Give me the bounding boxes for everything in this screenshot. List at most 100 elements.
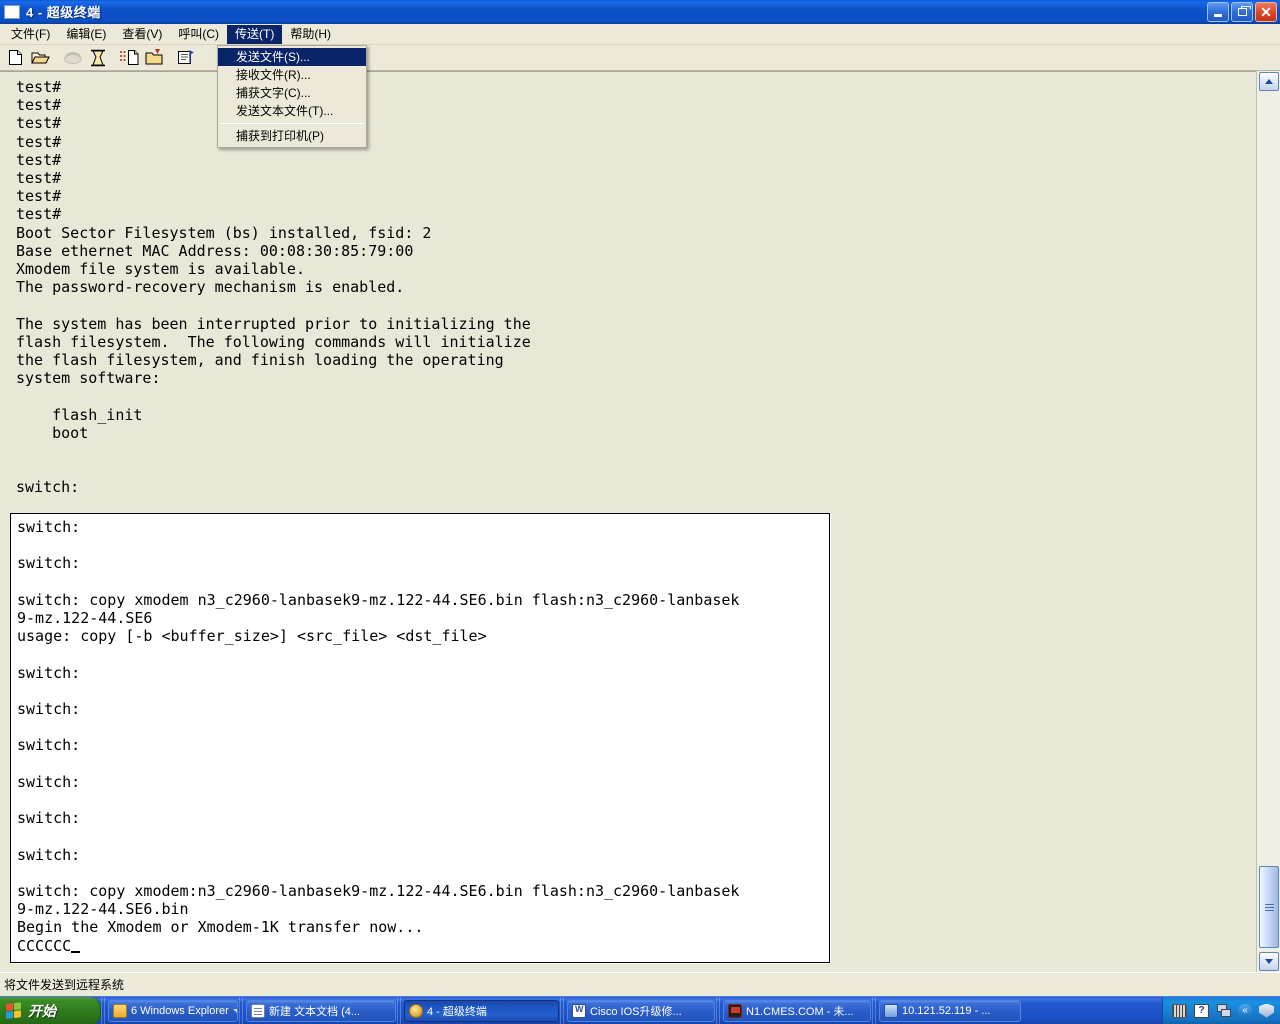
text-cursor <box>71 950 81 953</box>
terminal-line: Base ethernet MAC Address: 00:08:30:85:7… <box>16 241 414 260</box>
taskbar-grip-5 <box>716 996 722 1024</box>
task-button-hyperterminal[interactable]: 4 - 超级终端 <box>404 999 559 1022</box>
task-label: 4 - 超级终端 <box>427 1005 487 1018</box>
hyperterminal-icon <box>409 1003 423 1018</box>
menu-edit[interactable]: 编辑(E) <box>58 25 114 44</box>
terminal-line: Boot Sector Filesystem (bs) installed, f… <box>16 223 432 242</box>
taskbar: 开始 6 Windows Explorer 新建 文本文档 (4... 4 - … <box>0 996 1280 1024</box>
chevron-down-icon <box>1265 959 1273 964</box>
terminal-line: The password-recovery mechanism is enabl… <box>16 278 405 297</box>
terminal-line: test# <box>16 169 62 188</box>
task-label: 10.121.52.119 - ... <box>902 1004 991 1017</box>
output-line: usage: copy [-b <buffer_size>] <src_file… <box>17 627 487 646</box>
properties-icon <box>178 50 194 64</box>
help-icon[interactable]: ? <box>1194 1003 1209 1018</box>
window-title: 4 - 超级终端 <box>26 5 101 20</box>
output-line: switch: <box>17 772 81 791</box>
window-controls: ✕ <box>1207 2 1277 22</box>
taskbar-grip-6 <box>872 996 878 1024</box>
menu-call[interactable]: 呼叫(C) <box>170 25 227 44</box>
security-shield-icon[interactable] <box>1259 1003 1274 1018</box>
show-hidden-icons-chevron[interactable]: « <box>1238 1003 1252 1018</box>
status-text: 将文件发送到远程系统 <box>4 978 125 992</box>
folder-icon <box>113 1003 127 1018</box>
minimize-button[interactable] <box>1207 2 1229 22</box>
taskbar-grip-4 <box>560 996 566 1024</box>
chevron-down-icon[interactable] <box>232 1008 237 1013</box>
title-bar: 4 - 超级终端 ✕ <box>0 0 1280 24</box>
remote-desktop-icon <box>884 1003 898 1018</box>
notepad-icon <box>251 1003 265 1018</box>
terminal-line: test# <box>16 114 62 133</box>
output-line: switch: <box>17 663 81 682</box>
terminal-line: test# <box>16 187 62 206</box>
send-file-button[interactable] <box>117 46 142 70</box>
task-button-word[interactable]: Cisco IOS升级修... <box>567 999 715 1022</box>
disconnect-button[interactable] <box>60 46 85 70</box>
network-icon[interactable] <box>1216 1003 1231 1018</box>
new-connection-icon <box>8 50 22 65</box>
terminal-line: flash filesystem. The following commands… <box>16 332 531 351</box>
terminal-icon <box>728 1003 742 1018</box>
open-folder-button[interactable] <box>28 46 53 70</box>
menu-bar: 文件(F) 编辑(E) 查看(V) 呼叫(C) 传送(T) 帮助(H) <box>0 24 1280 45</box>
menu-file[interactable]: 文件(F) <box>3 25 58 44</box>
start-button[interactable]: 开始 <box>0 996 101 1024</box>
minimize-icon <box>1214 14 1222 17</box>
scroll-down-button[interactable] <box>1259 952 1279 971</box>
word-icon <box>572 1003 586 1018</box>
task-button-notepad[interactable]: 新建 文本文档 (4... <box>246 999 396 1022</box>
terminal-icon <box>4 4 20 19</box>
transfer-output-box[interactable]: switch: switch: switch: copy xmodem n3_c… <box>10 513 830 963</box>
taskbar-grip <box>101 996 107 1024</box>
vertical-scrollbar[interactable] <box>1256 71 1280 972</box>
terminal-line: test# <box>16 205 62 224</box>
terminal-line: boot <box>16 423 89 442</box>
output-line: switch: <box>17 518 81 536</box>
close-icon: ✕ <box>1260 4 1272 20</box>
keyboard-icon[interactable] <box>1172 1003 1187 1018</box>
menu-capture-text[interactable]: 捕获文字(C)... <box>218 84 366 102</box>
menu-help[interactable]: 帮助(H) <box>282 25 339 44</box>
menu-capture-to-printer[interactable]: 捕获到打印机(P) <box>218 127 366 145</box>
task-label: 新建 文本文档 (4... <box>269 1005 361 1018</box>
properties-button[interactable] <box>174 46 199 70</box>
close-button[interactable]: ✕ <box>1255 2 1277 22</box>
terminal-area: test# test# test# test# test# test# test# test#… <box>0 71 1280 973</box>
task-button-rdp[interactable]: 10.121.52.119 - ... <box>879 999 1021 1022</box>
scrollbar-thumb[interactable] <box>1259 866 1279 948</box>
output-line: switch: <box>17 554 81 573</box>
task-button-explorer[interactable]: 6 Windows Explorer <box>108 999 238 1022</box>
restore-button[interactable] <box>1231 2 1253 22</box>
output-line: 9-mz.122-44.SE6.bin <box>17 900 189 919</box>
menu-view[interactable]: 查看(V) <box>114 25 170 44</box>
menu-transfer[interactable]: 传送(T) <box>227 24 283 44</box>
output-line: switch: <box>17 699 81 718</box>
terminal-line: The system has been interrupted prior to… <box>16 314 531 333</box>
new-connection-button[interactable] <box>3 46 28 70</box>
output-line: switch: <box>17 809 81 828</box>
menu-send-file[interactable]: 发送文件(S)... <box>218 48 366 66</box>
chevron-up-icon <box>1265 79 1273 84</box>
output-line: switch: <box>17 845 81 864</box>
call-button[interactable] <box>85 46 110 70</box>
task-label: N1.CMES.COM - 未... <box>746 1005 854 1018</box>
terminal-line: switch: <box>16 478 80 497</box>
windows-logo-icon <box>6 1001 23 1020</box>
menu-receive-file[interactable]: 接收文件(R)... <box>218 66 366 84</box>
menu-send-text-file[interactable]: 发送文本文件(T)... <box>218 102 366 120</box>
receive-file-button[interactable] <box>142 46 167 70</box>
taskbar-grip-2 <box>239 996 245 1024</box>
scroll-up-button[interactable] <box>1259 72 1279 91</box>
system-tray: ? « <box>1162 996 1280 1024</box>
output-line: switch: <box>17 736 81 755</box>
task-button-cmes[interactable]: N1.CMES.COM - 未... <box>723 999 871 1022</box>
task-label: 6 Windows Explorer <box>131 1004 229 1017</box>
